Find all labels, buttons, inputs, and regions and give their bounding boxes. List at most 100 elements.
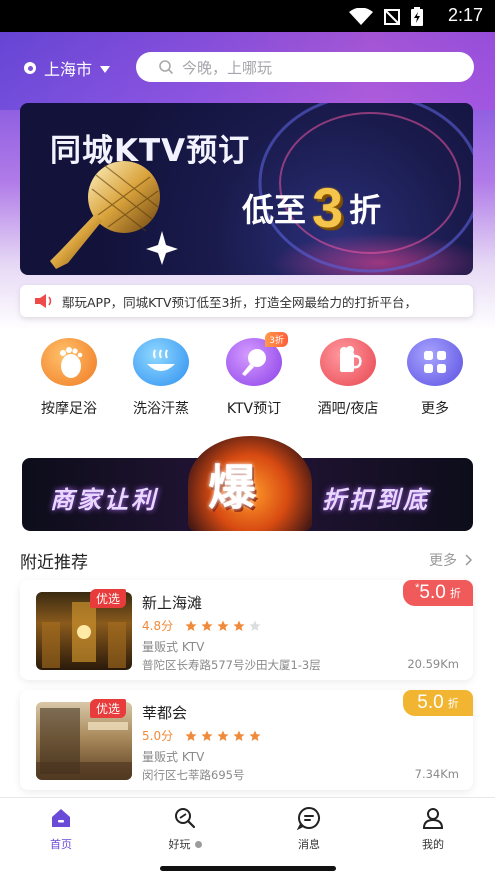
profile-icon xyxy=(422,808,444,829)
category-label: KTV预订 xyxy=(226,401,282,417)
search-icon xyxy=(159,60,173,74)
message-icon xyxy=(296,806,320,831)
speaker-icon xyxy=(35,294,52,308)
category-badge: 3折 xyxy=(265,332,288,347)
venue-rating: 4.8分 xyxy=(142,617,261,634)
venue-name: 莘都会 xyxy=(142,704,188,722)
home-icon xyxy=(52,809,70,827)
venue-card[interactable]: 优选 莘都会 5.0分 量贩式 KTV 闵行区七莘路695号 7.34Km 5.… xyxy=(20,690,473,790)
category-label: 按摩足浴 xyxy=(41,401,97,417)
venue-card[interactable]: 优选 新上海滩 4.8分 量贩式 KTV 普陀区长寿路577号沙田大厦1-3层 … xyxy=(20,580,473,680)
tab-profile[interactable]: 我的 xyxy=(403,806,463,852)
status-bar: 2:17 xyxy=(0,0,495,32)
promo-left-text: 商家让利 xyxy=(50,486,158,514)
featured-badge: 优选 xyxy=(90,589,127,608)
banner-discount-number: 3 xyxy=(312,176,344,239)
more-label: 更多 xyxy=(429,553,457,569)
microphone-icon: 3折 xyxy=(226,332,288,386)
discount-number: 5.0 xyxy=(419,582,446,603)
star-rating xyxy=(185,620,261,632)
category-foot-massage[interactable]: 按摩足浴 xyxy=(34,338,104,418)
city-selector[interactable]: 上海市 xyxy=(24,56,111,80)
city-label: 上海市 xyxy=(44,60,93,79)
category-label: 洗浴汗蒸 xyxy=(133,401,189,417)
star-icon xyxy=(185,620,197,631)
home-indicator xyxy=(160,866,336,871)
featured-badge: 优选 xyxy=(90,699,127,718)
tab-label: 好玩 xyxy=(155,836,215,852)
venue-name: 新上海滩 xyxy=(142,594,203,612)
tab-label: 消息 xyxy=(279,836,339,852)
more-link[interactable]: 更多 xyxy=(429,550,473,570)
tab-label-text: 首页 xyxy=(50,838,72,851)
notice-text: 鄢玩APP，同城KTV预订低至3折，打造全网最给力的打折平台， xyxy=(62,294,417,310)
tab-home[interactable]: 首页 xyxy=(31,806,91,852)
star-icon xyxy=(201,730,213,741)
promo-center-text: 爆 xyxy=(208,460,257,516)
banner-title: 同城KTV预订 xyxy=(50,133,251,169)
notification-dot xyxy=(194,840,202,848)
tab-label-text: 消息 xyxy=(298,838,320,851)
wifi-icon xyxy=(349,7,373,25)
tab-label-text: 我的 xyxy=(422,838,444,851)
status-time: 2:17 xyxy=(447,5,483,25)
banner-subtitle: 低至 3 折 xyxy=(242,175,381,240)
no-sim-icon xyxy=(384,8,400,25)
beer-icon xyxy=(320,338,376,386)
search-input[interactable]: 今晚，上哪玩 xyxy=(136,52,474,82)
caret-down-icon xyxy=(100,65,111,73)
star-icon xyxy=(233,730,245,741)
venue-rating: 5.0分 xyxy=(142,727,261,744)
category-bar[interactable]: 酒吧/夜店 xyxy=(313,338,383,418)
banner-subtitle-prefix: 低至 xyxy=(242,190,307,229)
venue-distance: 20.59Km xyxy=(407,657,459,671)
section-title: 附近推荐 xyxy=(20,553,88,573)
category-grid: 按摩足浴 洗浴汗蒸 3折 KTV预订 酒吧/夜店 更多 xyxy=(0,332,495,418)
banner-subtitle-suffix: 折 xyxy=(349,190,382,229)
star-icon xyxy=(249,620,261,631)
explore-icon xyxy=(175,808,196,829)
nearby-section-header: 附近推荐 更多 xyxy=(20,546,473,574)
star-icon xyxy=(217,620,229,631)
category-label: 酒吧/夜店 xyxy=(317,401,379,417)
discount-unit: 折 xyxy=(447,697,459,710)
discount-unit: 折 xyxy=(449,587,461,600)
discount-value: *5.0 xyxy=(415,582,446,604)
discount-value: 5.0 xyxy=(417,692,443,714)
venue-distance: 7.34Km xyxy=(414,767,459,781)
tab-messages[interactable]: 消息 xyxy=(279,806,339,852)
discount-tag: 5.0 折 xyxy=(403,690,473,716)
category-bath[interactable]: 洗浴汗蒸 xyxy=(126,338,196,418)
category-ktv[interactable]: 3折 KTV预订 xyxy=(219,332,289,418)
star-icon xyxy=(233,620,245,631)
venue-address: 普陀区长寿路577号沙田大厦1-3层 xyxy=(142,658,321,672)
star-icon xyxy=(249,730,261,741)
foot-massage-icon xyxy=(41,338,97,386)
discount-number: 5.0 xyxy=(417,692,444,713)
chevron-right-icon xyxy=(465,554,473,566)
category-label: 更多 xyxy=(421,401,449,417)
rating-score: 4.8分 xyxy=(142,619,174,633)
discount-tag: *5.0 折 xyxy=(403,580,473,606)
bath-icon xyxy=(133,338,189,386)
search-placeholder: 今晚，上哪玩 xyxy=(182,58,273,77)
location-pin-icon xyxy=(24,62,36,74)
grid-icon xyxy=(407,338,463,386)
tab-label-text: 好玩 xyxy=(168,838,191,851)
tab-explore[interactable]: 好玩 xyxy=(155,806,215,852)
venue-type: 量贩式 KTV xyxy=(142,640,205,654)
notice-bar[interactable]: 鄢玩APP，同城KTV预订低至3折，打造全网最给力的打折平台， xyxy=(20,285,473,317)
ktv-banner[interactable]: 同城KTV预订 低至 3 折 xyxy=(20,103,473,275)
tab-label: 我的 xyxy=(403,836,463,852)
tab-label: 首页 xyxy=(31,836,91,852)
venue-address: 闵行区七莘路695号 xyxy=(142,768,245,782)
microphone-illustration-icon xyxy=(50,161,178,269)
rating-score: 5.0分 xyxy=(142,729,174,743)
star-icon xyxy=(185,730,197,741)
promo-banner[interactable]: 商家让利 爆 折扣到底 xyxy=(22,436,473,531)
battery-icon xyxy=(411,7,423,26)
category-more[interactable]: 更多 xyxy=(400,338,470,418)
header: 上海市 今晚，上哪玩 xyxy=(0,48,495,84)
star-rating xyxy=(185,730,261,742)
promo-right-text: 折扣到底 xyxy=(322,486,430,514)
